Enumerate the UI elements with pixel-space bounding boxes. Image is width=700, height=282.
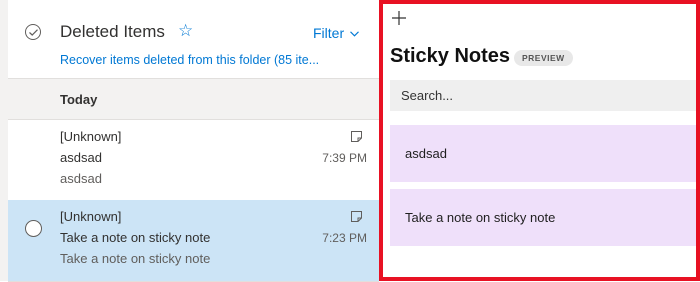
sticky-note-card[interactable]: Take a note on sticky note: [390, 189, 696, 246]
notes-search-input[interactable]: [390, 80, 696, 111]
message-time: 7:39 PM: [322, 151, 367, 165]
sticky-note-icon: [350, 210, 363, 228]
message-preview: asdsad: [60, 171, 102, 186]
note-text: asdsad: [405, 146, 447, 161]
chevron-down-icon: [350, 31, 359, 37]
filter-label: Filter: [313, 25, 345, 41]
folder-title: Deleted Items: [60, 22, 165, 41]
left-nav-edge: [0, 0, 8, 281]
message-subject: asdsad: [60, 150, 102, 165]
preview-badge: PREVIEW: [514, 50, 573, 66]
folder-header: Deleted Items ☆ Filter Recover items del…: [8, 0, 379, 79]
message-item[interactable]: [Unknown] asdsad asdsad 7:39 PM: [8, 120, 379, 202]
star-icon[interactable]: ☆: [178, 21, 193, 41]
sticky-note-card[interactable]: asdsad: [390, 125, 696, 182]
message-select-radio[interactable]: [25, 220, 42, 237]
message-list-pane: Deleted Items ☆ Filter Recover items del…: [8, 0, 380, 282]
sticky-note-icon: [350, 130, 363, 148]
message-time: 7:23 PM: [322, 231, 367, 245]
message-sender: [Unknown]: [60, 209, 122, 224]
plus-icon: [392, 11, 406, 25]
sticky-notes-title: Sticky Notes: [390, 45, 511, 67]
message-item-selected[interactable]: [Unknown] Take a note on sticky note Tak…: [8, 200, 379, 282]
message-subject: Take a note on sticky note: [60, 230, 211, 245]
select-all-checkbox[interactable]: [25, 24, 41, 40]
recover-deleted-items-link[interactable]: Recover items deleted from this folder (…: [60, 53, 319, 67]
message-preview: Take a note on sticky note: [60, 251, 211, 266]
group-label: Today: [60, 92, 98, 107]
checkmark-icon: [29, 29, 38, 36]
note-text: Take a note on sticky note: [405, 210, 556, 225]
group-header-today: Today: [8, 79, 379, 120]
filter-button[interactable]: Filter: [313, 25, 359, 41]
sticky-notes-pane: Sticky Notes PREVIEW asdsad Take a note …: [379, 0, 700, 281]
message-sender: [Unknown]: [60, 129, 122, 144]
add-note-button[interactable]: [391, 10, 407, 26]
